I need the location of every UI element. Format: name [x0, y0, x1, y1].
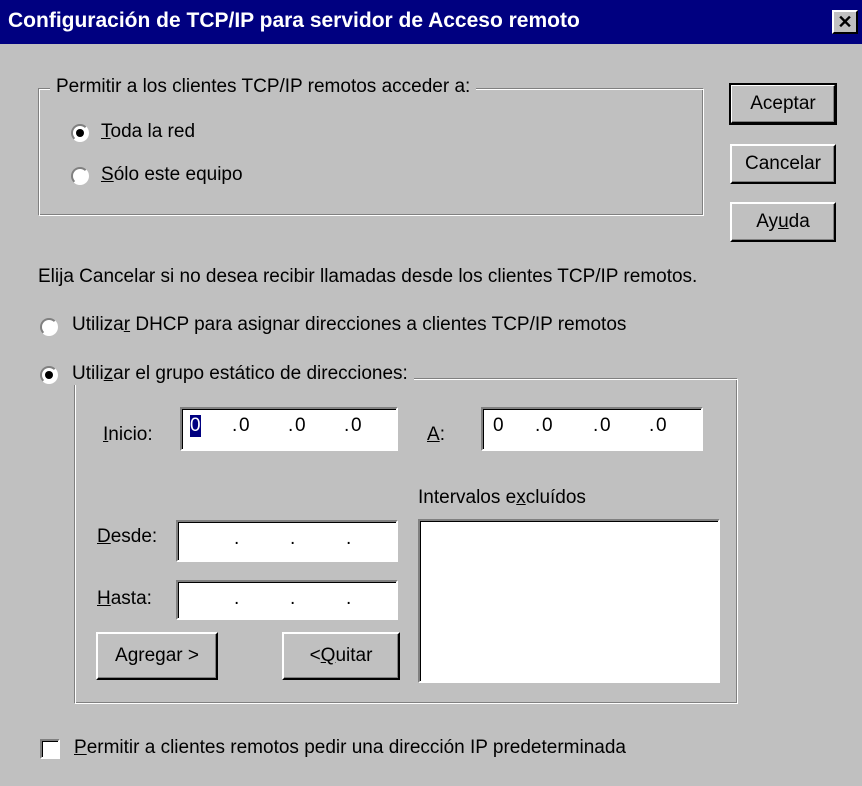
end-ip-field[interactable]: 0 . 0 . 0 . 0: [481, 407, 703, 451]
end-ip-label: A:: [427, 424, 445, 445]
tcpip-config-dialog: Configuración de TCP/IP para servidor de…: [0, 0, 862, 786]
ip-dot: .: [535, 415, 541, 436]
ip-dot: .: [290, 528, 296, 549]
remove-range-button[interactable]: < Quitar: [282, 632, 400, 680]
radio-use-dhcp-label[interactable]: Utilizar DHCP para asignar direcciones a…: [72, 314, 626, 336]
from-ip-label: Desde:: [97, 526, 158, 547]
close-button[interactable]: ✕: [832, 10, 858, 34]
end-ip-octet-3[interactable]: 0: [600, 415, 611, 437]
end-ip-octet-1[interactable]: 0: [493, 415, 504, 437]
radio-use-dhcp[interactable]: [40, 318, 58, 336]
close-icon: ✕: [837, 12, 853, 32]
info-text: Elija Cancelar si no desea recibir llama…: [38, 266, 698, 287]
start-ip-octet-3[interactable]: 0: [295, 415, 306, 437]
ip-dot: .: [234, 588, 240, 609]
default-ip-checkbox[interactable]: [40, 739, 60, 759]
help-button[interactable]: Ayuda: [730, 202, 836, 242]
ip-dot: .: [234, 528, 240, 549]
excluded-ranges-list[interactable]: [418, 519, 720, 683]
start-ip-field[interactable]: 0 . 0 . 0 . 0: [180, 407, 398, 451]
access-groupbox: [38, 88, 704, 216]
radio-selected-dot: [76, 129, 84, 137]
start-ip-label: Inicio:: [103, 424, 153, 445]
add-range-button[interactable]: Agregar >: [96, 632, 218, 680]
to-ip-field[interactable]: . . .: [176, 580, 398, 620]
radio-static-pool-label[interactable]: Utilizar el grupo estático de direccione…: [66, 363, 414, 385]
radio-whole-network-label[interactable]: Toda la red: [101, 121, 195, 143]
ip-dot: .: [593, 415, 599, 436]
title-bar[interactable]: Configuración de TCP/IP para servidor de…: [0, 0, 862, 44]
start-ip-octet-1[interactable]: 0: [190, 415, 201, 437]
window-title: Configuración de TCP/IP para servidor de…: [8, 9, 580, 32]
end-ip-octet-2[interactable]: 0: [542, 415, 553, 437]
radio-this-computer-only-label[interactable]: Sólo este equipo: [101, 164, 243, 186]
excluded-ranges-label: Intervalos excluídos: [418, 487, 586, 508]
accept-button[interactable]: Aceptar: [729, 83, 837, 125]
end-ip-octet-4[interactable]: 0: [656, 415, 667, 437]
ip-dot: .: [649, 415, 655, 436]
access-group-legend: Permitir a los clientes TCP/IP remotos a…: [50, 76, 477, 98]
start-ip-octet-4[interactable]: 0: [351, 415, 362, 437]
ip-dot: .: [344, 415, 350, 436]
ip-dot: .: [346, 588, 352, 609]
radio-static-pool[interactable]: [40, 366, 58, 384]
to-ip-label: Hasta:: [97, 588, 152, 609]
cancel-button[interactable]: Cancelar: [730, 144, 836, 184]
radio-selected-dot: [45, 371, 53, 379]
default-ip-checkbox-label[interactable]: Permitir a clientes remotos pedir una di…: [74, 737, 626, 759]
radio-this-computer-only[interactable]: [71, 167, 89, 185]
ip-dot: .: [232, 415, 238, 436]
ip-dot: .: [290, 588, 296, 609]
start-ip-octet-2[interactable]: 0: [239, 415, 250, 437]
from-ip-field[interactable]: . . .: [176, 520, 398, 562]
ip-dot: .: [288, 415, 294, 436]
radio-whole-network[interactable]: [71, 124, 89, 142]
ip-dot: .: [346, 528, 352, 549]
